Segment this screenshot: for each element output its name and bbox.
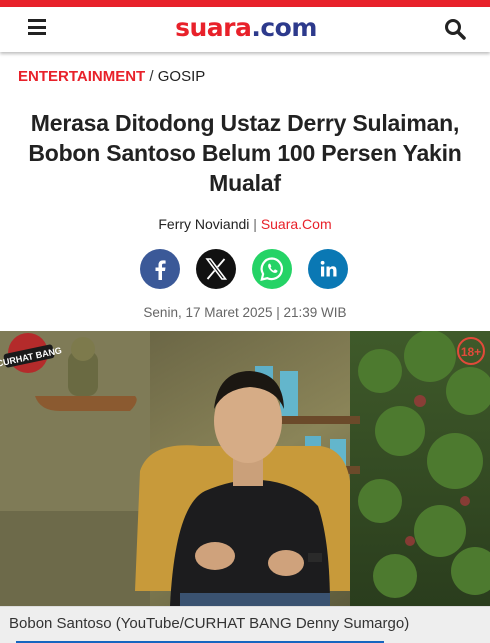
byline-separator: | [249,216,261,232]
site-logo[interactable]: suara.com [156,13,336,43]
source-link[interactable]: Suara.Com [261,216,332,232]
facebook-icon [155,260,166,280]
share-buttons [140,249,350,289]
breadcrumb-separator: / [145,68,158,85]
x-share-button[interactable] [196,249,236,289]
menu-icon[interactable] [28,19,46,35]
breadcrumb-subcategory-link[interactable]: GOSIP [158,68,206,85]
search-icon[interactable] [444,18,466,40]
facebook-share-button[interactable] [140,249,180,289]
whatsapp-share-button[interactable] [252,249,292,289]
logo-text-suara: suara [175,13,252,42]
article-title: Merasa Ditodong Ustaz Derry Sulaiman, Bo… [28,110,462,196]
photo-caption: Bobon Santoso (YouTube/CURHAT BANG Denny… [0,606,490,643]
author-name[interactable]: Ferry Noviandi [158,216,249,232]
age-rating-text: 18+ [461,345,481,359]
top-accent-bar [0,0,490,7]
article-photo[interactable]: CURHAT BANG 18+ [0,331,490,606]
logo-text-com: .com [251,13,317,42]
byline: Ferry Noviandi | Suara.Com [0,215,490,233]
site-header: suara.com [0,7,490,52]
whatsapp-icon [260,257,283,281]
publish-date: Senin, 17 Maret 2025 | 21:39 WIB [143,305,347,320]
linkedin-share-button[interactable] [308,249,348,289]
breadcrumb: ENTERTAINMENT / GOSIP [18,67,205,87]
breadcrumb-category-link[interactable]: ENTERTAINMENT [18,68,145,85]
x-icon [205,258,228,280]
linkedin-icon [320,260,337,277]
photo-caption-text: Bobon Santoso (YouTube/CURHAT BANG Denny… [9,615,410,632]
